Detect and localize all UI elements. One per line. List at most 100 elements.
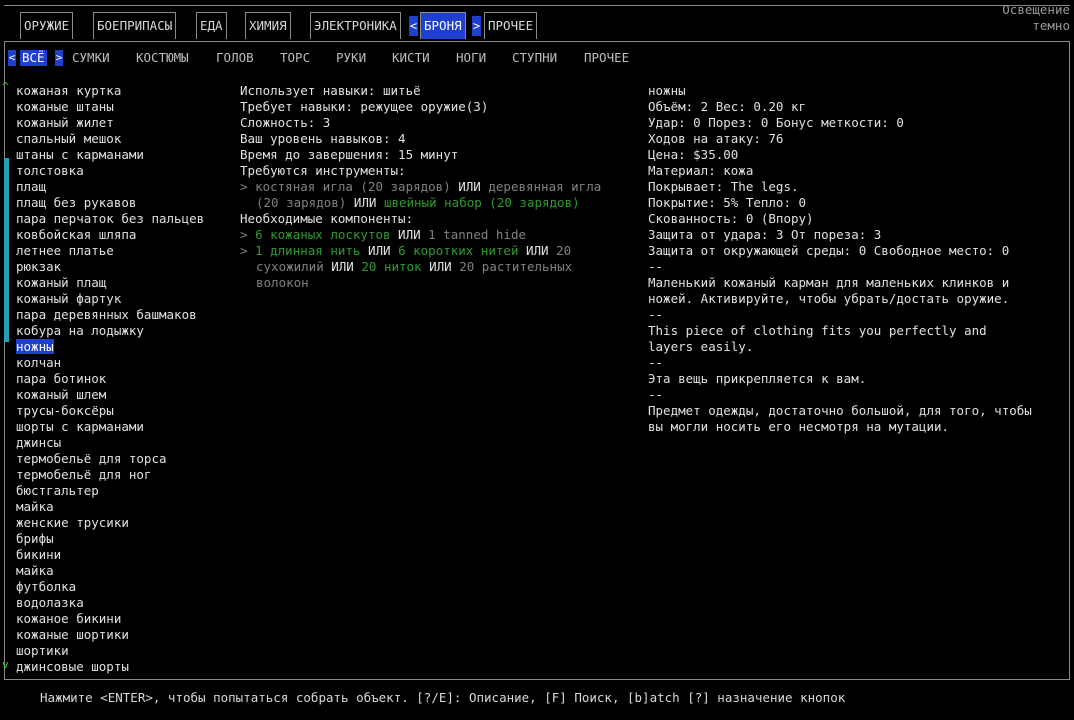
tool-wooden-needle: деревянная игла <box>488 179 602 194</box>
list-item[interactable]: бюстгальтер <box>16 483 204 499</box>
list-item[interactable]: пара ботинок <box>16 371 204 387</box>
subtab-head[interactable]: ГОЛОВ <box>216 50 254 66</box>
list-item[interactable]: джинсовые шорты <box>16 659 204 675</box>
scroll-up-icon[interactable]: ^ <box>2 81 9 92</box>
list-item[interactable]: женские трусики <box>16 515 204 531</box>
list-item[interactable]: шортики <box>16 643 204 659</box>
description-line: -- <box>648 307 664 322</box>
list-item[interactable]: кожаная куртка <box>16 83 204 99</box>
list-item-label: ковбойская шляпа <box>16 227 137 242</box>
list-item[interactable]: майка <box>16 499 204 515</box>
list-item[interactable]: колчан <box>16 355 204 371</box>
list-item[interactable]: летнее платье <box>16 243 204 259</box>
list-item-label: трусы-боксёры <box>16 403 114 418</box>
tools-line-2: (20 зарядов) ИЛИ швейный набор (20 заряд… <box>256 195 580 210</box>
description-line: Скованность: 0 (Впору) <box>648 211 814 226</box>
comp-threads: 20 ниток <box>361 259 422 274</box>
subtab-right-arrow-icon: > <box>55 50 63 66</box>
list-item-label: кожаный шлем <box>16 387 107 402</box>
list-item[interactable]: майка <box>16 563 204 579</box>
craft-time: Время до завершения: 15 минут <box>240 147 459 162</box>
list-item[interactable]: кожаное бикини <box>16 611 204 627</box>
difficulty: Сложность: 3 <box>240 115 331 130</box>
list-item-label: бюстгальтер <box>16 483 99 498</box>
components-line-2: > 1 длинная нить ИЛИ 6 коротких нитей ИЛ… <box>240 243 572 258</box>
list-item[interactable]: плащ <box>16 179 204 195</box>
list-item[interactable]: кожаный жилет <box>16 115 204 131</box>
subtab-all[interactable]: ВСЁ <box>20 50 47 66</box>
list-item-label: пара деревянных башмаков <box>16 307 197 322</box>
list-item[interactable]: плащ без рукавов <box>16 195 204 211</box>
tab-food[interactable]: ЕДА <box>196 12 227 39</box>
description-line: Эта вещь прикрепляется к вам. <box>648 371 867 386</box>
list-item-label: кожаные штаны <box>16 99 114 114</box>
components-line-1: > 6 кожаных лоскутов ИЛИ 1 tanned hide <box>240 227 527 242</box>
list-item-label: майка <box>16 563 54 578</box>
list-item[interactable]: спальный мешок <box>16 131 204 147</box>
list-item[interactable]: кожаные шортики <box>16 627 204 643</box>
subtab-legs[interactable]: НОГИ <box>456 50 486 66</box>
description-line: -- <box>648 259 664 274</box>
description-line: Защита от окружающей среды: 0 Свободное … <box>648 243 1010 258</box>
tab-other[interactable]: ПРОЧЕЕ <box>484 12 538 39</box>
list-item-label: майка <box>16 499 54 514</box>
list-item-label: брифы <box>16 531 54 546</box>
tab-electronics[interactable]: ЭЛЕКТРОНИКА <box>310 12 401 39</box>
list-item[interactable]: термобельё для ног <box>16 467 204 483</box>
description-line: Ходов на атаку: 76 <box>648 131 784 146</box>
list-item-label: кожаный жилет <box>16 115 114 130</box>
list-item[interactable]: штаны с карманами <box>16 147 204 163</box>
list-item[interactable]: кожаный шлем <box>16 387 204 403</box>
subtab-bags[interactable]: СУМКИ <box>72 50 110 66</box>
list-item-label: джинсы <box>16 435 62 450</box>
description-line: -- <box>648 355 664 370</box>
scrollbar-thumb[interactable] <box>4 158 9 342</box>
list-item[interactable]: кожаные штаны <box>16 99 204 115</box>
list-item[interactable]: ковбойская шляпа <box>16 227 204 243</box>
tab-ammo[interactable]: БОЕПРИПАСЫ <box>93 12 177 39</box>
comp-tanned-hide: 1 tanned hide <box>428 227 527 242</box>
description-line: Материал: кожа <box>648 163 754 178</box>
list-item-label: бикини <box>16 547 62 562</box>
tools-header: Требуются инструменты: <box>240 163 406 178</box>
list-item[interactable]: ножны <box>16 339 204 355</box>
list-item[interactable]: термобельё для торса <box>16 451 204 467</box>
your-skill-level: Ваш уровень навыков: 4 <box>240 131 406 146</box>
list-item[interactable]: шорты с карманами <box>16 419 204 435</box>
list-item[interactable]: кожаный фартук <box>16 291 204 307</box>
tab-armor[interactable]: БРОНЯ <box>420 12 466 39</box>
list-item[interactable]: водолазка <box>16 595 204 611</box>
tab-chemistry[interactable]: ХИМИЯ <box>245 12 291 39</box>
subtab-hands[interactable]: КИСТИ <box>392 50 430 66</box>
list-item[interactable]: брифы <box>16 531 204 547</box>
list-item[interactable]: бикини <box>16 547 204 563</box>
list-item[interactable]: футболка <box>16 579 204 595</box>
item-scrollbar[interactable] <box>4 92 9 670</box>
list-item-label: толстовка <box>16 163 84 178</box>
list-item[interactable]: толстовка <box>16 163 204 179</box>
list-item-label: джинсовые шорты <box>16 659 129 674</box>
description-line: This piece of clothing fits you perfectl… <box>648 323 987 338</box>
list-item[interactable]: пара перчаток без пальцев <box>16 211 204 227</box>
list-item[interactable]: трусы-боксёры <box>16 403 204 419</box>
subtab-arms[interactable]: РУКИ <box>336 50 366 66</box>
subtab-misc[interactable]: ПРОЧЕЕ <box>584 50 629 66</box>
list-item-label: штаны с карманами <box>16 147 144 162</box>
comp-leather-patches: 6 кожаных лоскутов <box>255 227 391 242</box>
comp-plant-fibers: 20 растительных <box>459 259 573 274</box>
list-item[interactable]: кобура на лодыжку <box>16 323 204 339</box>
tab-weapons[interactable]: ОРУЖИЕ <box>20 12 74 39</box>
subtab-torso[interactable]: ТОРС <box>280 50 310 66</box>
subtab-suits[interactable]: КОСТЮМЫ <box>136 50 189 66</box>
subtab-feet[interactable]: СТУПНИ <box>512 50 557 66</box>
recipe-details: Использует навыки: шитьё Требует навыки:… <box>240 83 640 291</box>
scroll-down-icon[interactable]: v <box>2 659 9 670</box>
item-description: ножны Объём: 2 Вес: 0.20 кг Удар: 0 Порез:… <box>648 83 1068 435</box>
description-line: ножей. Активируйте, чтобы убрать/достать… <box>648 291 1010 306</box>
list-item-label: футболка <box>16 579 77 594</box>
tools-line-1: > костяная игла (20 зарядов) ИЛИ деревян… <box>240 179 602 194</box>
list-item[interactable]: рюкзак <box>16 259 204 275</box>
list-item[interactable]: джинсы <box>16 435 204 451</box>
list-item[interactable]: кожаный плащ <box>16 275 204 291</box>
list-item[interactable]: пара деревянных башмаков <box>16 307 204 323</box>
